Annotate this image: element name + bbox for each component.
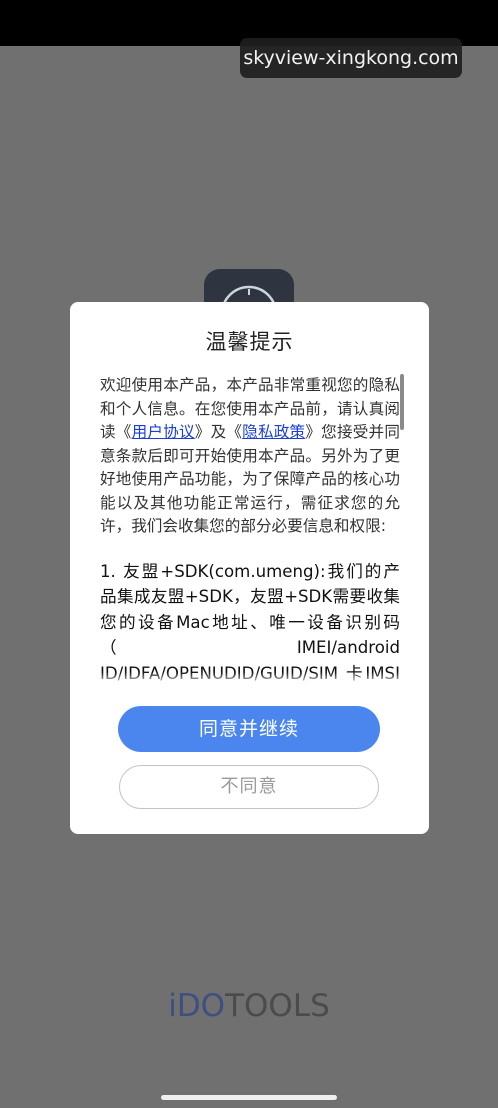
- privacy-dialog: 温馨提示 欢迎使用本产品，本产品非常重视您的隐私和个人信息。在您使用本产品前，请…: [70, 302, 429, 834]
- watermark: skyview-xingkong.com: [240, 38, 462, 78]
- user-agreement-link[interactable]: 用户协议: [132, 423, 195, 441]
- intro-text-2: 》及《: [194, 423, 243, 441]
- sdk-item-1: 1. 友盟+SDK(com.umeng):我们的产品集成友盟+SDK，友盟+SD…: [100, 561, 400, 683]
- agree-continue-button[interactable]: 同意并继续: [118, 706, 380, 752]
- logo-ido: iDO: [168, 988, 226, 1024]
- scroll-fade: [100, 672, 400, 686]
- scrollbar[interactable]: [400, 374, 404, 430]
- intro-paragraph: 欢迎使用本产品，本产品非常重视您的隐私和个人信息。在您使用本产品前，请认真阅读《…: [100, 374, 400, 539]
- disagree-button[interactable]: 不同意: [119, 765, 379, 809]
- brand-logo: iDOTOOLS: [0, 986, 498, 1026]
- logo-tools: TOOLS: [225, 988, 330, 1024]
- dialog-scroll-content[interactable]: 欢迎使用本产品，本产品非常重视您的隐私和个人信息。在您使用本产品前，请认真阅读《…: [100, 374, 400, 686]
- privacy-policy-link[interactable]: 隐私政策: [242, 423, 305, 441]
- home-indicator[interactable]: [161, 1095, 337, 1100]
- dialog-title: 温馨提示: [205, 330, 294, 354]
